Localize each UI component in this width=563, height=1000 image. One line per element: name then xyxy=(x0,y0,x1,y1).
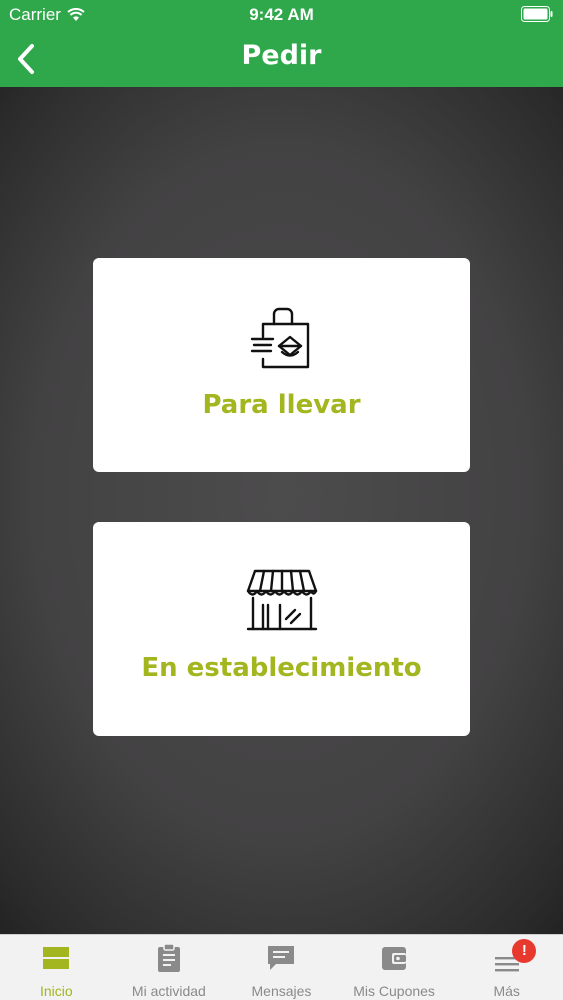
instore-option-card[interactable]: En establecimiento xyxy=(93,522,470,736)
tab-inicio[interactable]: Inicio xyxy=(0,935,113,1000)
tab-label: Mensajes xyxy=(251,983,312,999)
page-title: Pedir xyxy=(241,40,322,71)
bottom-tab-bar: Inicio Mi actividad Mensajes Mis Cupones xyxy=(0,934,563,1000)
takeaway-bag-icon xyxy=(250,307,309,369)
tab-mis-cupones[interactable]: Mis Cupones xyxy=(338,935,451,1000)
home-grid-icon xyxy=(43,947,70,969)
notification-badge: ! xyxy=(512,939,537,963)
storefront-icon xyxy=(246,569,317,631)
instore-option-label: En establecimiento xyxy=(141,653,422,683)
takeaway-option-label: Para llevar xyxy=(202,390,361,420)
tab-mi-actividad[interactable]: Mi actividad xyxy=(113,935,226,1000)
status-bar: Carrier 9:42 AM xyxy=(0,0,563,30)
navigation-bar: Pedir xyxy=(0,30,563,87)
takeaway-option-card[interactable]: Para llevar xyxy=(93,258,470,472)
status-time: 9:42 AM xyxy=(249,5,314,24)
order-options-area xyxy=(0,87,563,934)
tab-label: Más xyxy=(493,983,520,999)
battery-icon xyxy=(521,6,553,22)
tab-label: Inicio xyxy=(39,983,73,999)
tab-label: Mi actividad xyxy=(131,983,206,999)
message-icon xyxy=(268,946,295,970)
clipboard-icon xyxy=(157,943,180,972)
tab-mas[interactable]: ! Más xyxy=(450,935,563,1000)
tab-label: Mis Cupones xyxy=(353,983,435,999)
tab-mensajes[interactable]: Mensajes xyxy=(225,935,338,1000)
wallet-icon xyxy=(382,947,407,970)
